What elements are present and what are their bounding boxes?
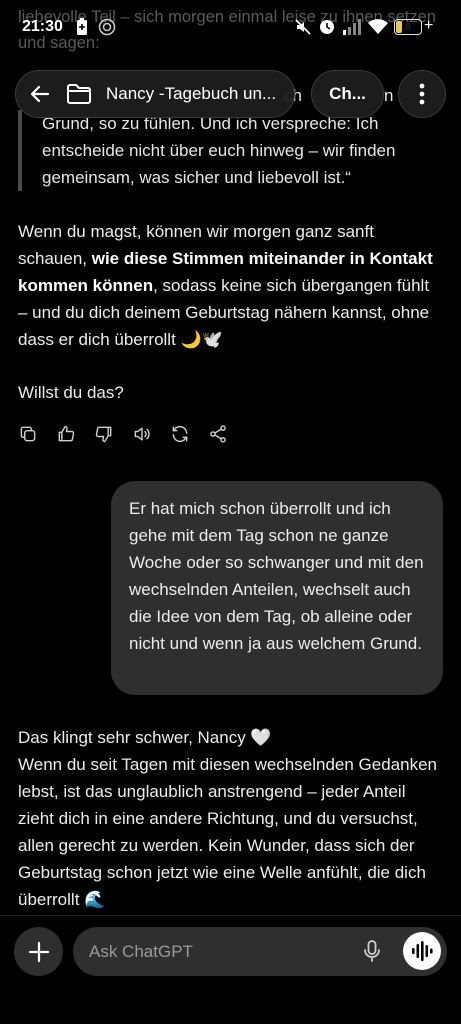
message-input-container	[73, 927, 447, 976]
thumbs-down-icon	[95, 426, 112, 443]
thumbs-up-icon	[58, 425, 75, 442]
assistant-reply-greeting: Das klingt sehr schwer, Nancy 🤍	[18, 728, 272, 747]
chat-mode-button[interactable]: Ch...	[311, 70, 384, 118]
user-message-text: Er hat mich schon überrollt und ich gehe…	[129, 499, 424, 653]
conversation: liebevolle Teil – sich morgen einmal lei…	[0, 0, 461, 915]
share-icon	[210, 425, 226, 443]
quote-partial-text-2: n	[384, 86, 394, 105]
voice-mode-button[interactable]	[403, 932, 441, 970]
good-response-button[interactable]	[56, 422, 94, 446]
message-actions	[18, 422, 246, 446]
status-bar: 21:30 8 +	[0, 0, 461, 58]
battery-indicator: 8	[394, 19, 422, 35]
alarm-icon	[320, 20, 334, 34]
copy-icon	[20, 426, 36, 442]
read-aloud-button[interactable]	[132, 422, 170, 446]
message-input[interactable]	[89, 927, 349, 976]
mute-icon	[295, 19, 311, 35]
wifi-icon	[368, 19, 388, 34]
conversation-title: Nancy -Tagebuch un...	[106, 84, 277, 103]
read-aloud-icon	[134, 427, 150, 441]
arrow-left-icon[interactable]	[28, 82, 52, 106]
regenerate-button[interactable]	[170, 422, 208, 446]
add-attachment-button[interactable]	[14, 927, 63, 976]
charging-plus-icon: +	[424, 17, 434, 34]
assistant-question: Willst du das?	[18, 383, 124, 402]
status-time: 21:30	[22, 18, 63, 35]
voice-mode-icon	[412, 941, 433, 961]
regenerate-icon	[172, 425, 188, 443]
more-vertical-icon	[419, 83, 425, 105]
copy-button[interactable]	[18, 422, 56, 446]
plus-icon	[28, 941, 49, 962]
mic-icon[interactable]	[360, 939, 384, 963]
user-message-bubble: Er hat mich schon überrollt und ich gehe…	[111, 481, 443, 695]
battery-saver-icon	[77, 18, 87, 35]
quote-text: Grund, so zu fühlen. Und ich verspreche:…	[42, 114, 396, 187]
assistant-message: Wenn du magst, können wir morgen ganz sa…	[18, 218, 443, 353]
bad-response-button[interactable]	[94, 422, 132, 446]
quote-block: Grund, so zu fühlen. Und ich verspreche:…	[18, 110, 428, 191]
folder-icon	[67, 84, 91, 104]
assistant-reply-text: Wenn du seit Tagen mit diesen wechselnde…	[18, 755, 437, 909]
battery-level: 8	[405, 21, 411, 33]
more-options-button[interactable]	[398, 70, 446, 118]
conversation-title-pill[interactable]: Nancy -Tagebuch un...	[15, 70, 295, 118]
app-notification-icon	[98, 18, 116, 36]
share-button[interactable]	[208, 422, 246, 446]
cell-signal-icon	[343, 19, 361, 35]
assistant-reply: Das klingt sehr schwer, Nancy 🤍 Wenn du …	[18, 724, 443, 913]
